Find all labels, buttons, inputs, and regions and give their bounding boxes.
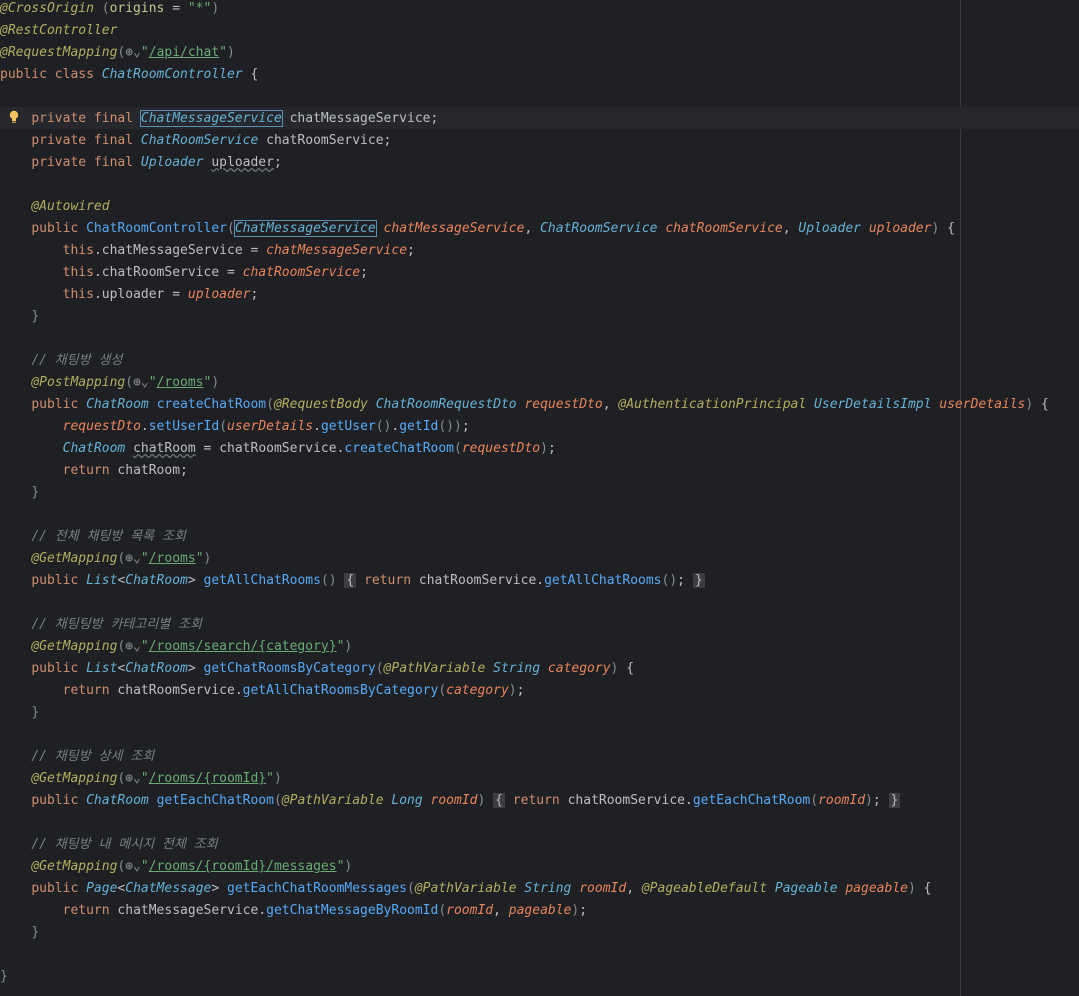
- code-line: public class ChatRoomController {: [0, 67, 259, 82]
- endpoint-path[interactable]: /rooms/{roomId}: [149, 771, 266, 786]
- right-margin-guide: [960, 0, 961, 996]
- code-line: @RequestMapping(⊕⌄"/api/chat"): [0, 42, 235, 64]
- code-comment: // 채팅방 생성: [31, 353, 123, 368]
- code-line: }: [0, 969, 8, 984]
- globe-icon[interactable]: ⊕⌄: [125, 636, 141, 658]
- globe-icon[interactable]: ⊕⌄: [125, 768, 141, 790]
- code-line: public List<ChatRoom> getAllChatRooms() …: [31, 573, 705, 588]
- code-line: this.chatRoomService = chatRoomService;: [62, 265, 368, 280]
- code-line: this.chatMessageService = chatMessageSer…: [62, 243, 415, 258]
- folded-block[interactable]: {: [344, 573, 357, 588]
- code-line: @GetMapping(⊕⌄"/rooms/{roomId}"): [0, 768, 281, 790]
- code-line: @GetMapping(⊕⌄"/rooms/{roomId}/messages"…: [0, 856, 352, 878]
- globe-icon[interactable]: ⊕⌄: [133, 372, 149, 394]
- code-line: public ChatRoomController(ChatMessageSer…: [31, 220, 955, 237]
- folded-block[interactable]: }: [888, 793, 901, 808]
- code-line: this.uploader = uploader;: [62, 287, 259, 302]
- code-line: }: [31, 309, 40, 324]
- code-line: public ChatRoom createChatRoom(@RequestB…: [31, 397, 1049, 412]
- code-line: @GetMapping(⊕⌄"/rooms"): [0, 548, 211, 570]
- code-comment: // 전체 채팅방 목록 조회: [31, 529, 186, 544]
- endpoint-path[interactable]: /api/chat: [149, 45, 219, 60]
- code-line: @PostMapping(⊕⌄"/rooms"): [0, 372, 219, 394]
- globe-icon[interactable]: ⊕⌄: [125, 856, 141, 878]
- code-line: @CrossOrigin (origins = "*"): [0, 1, 220, 16]
- code-line: requestDto.setUserId(userDetails.getUser…: [62, 419, 470, 434]
- code-line: return chatRoom;: [62, 463, 188, 478]
- code-line: return chatMessageService.getChatMessage…: [62, 903, 588, 918]
- code-line: }: [31, 705, 40, 720]
- code-line: public Page<ChatMessage> getEachChatRoom…: [31, 881, 932, 896]
- code-line: @GetMapping(⊕⌄"/rooms/search/{category}"…: [0, 636, 352, 658]
- endpoint-path[interactable]: /rooms/{roomId}/messages: [149, 859, 337, 874]
- globe-icon[interactable]: ⊕⌄: [125, 42, 141, 64]
- code-line: private final ChatRoomService chatRoomSe…: [31, 133, 392, 148]
- code-line: return chatRoomService.getAllChatRoomsBy…: [62, 683, 525, 698]
- endpoint-path[interactable]: /rooms/search/{category}: [149, 639, 337, 654]
- code-comment: // 채팅팅방 카테고리별 조회: [31, 617, 203, 632]
- code-comment: // 채팅방 상세 조회: [31, 749, 155, 764]
- endpoint-path[interactable]: /rooms: [157, 375, 204, 390]
- code-comment: // 채팅방 내 메시지 전체 조회: [31, 837, 218, 852]
- code-line: @Autowired: [31, 199, 110, 214]
- code-line: private final ChatMessageService chatMes…: [31, 110, 439, 127]
- code-line: }: [31, 925, 40, 940]
- code-line: @RestController: [0, 23, 118, 38]
- folded-block[interactable]: {: [493, 793, 505, 808]
- endpoint-path[interactable]: /rooms: [149, 551, 196, 566]
- code-editor[interactable]: @CrossOrigin (origins = "*") @RestContro…: [0, 0, 1079, 996]
- code-line: public ChatRoom getEachChatRoom(@PathVar…: [31, 793, 901, 808]
- folded-block[interactable]: }: [692, 573, 705, 588]
- globe-icon[interactable]: ⊕⌄: [125, 548, 141, 570]
- code-line: }: [31, 485, 40, 500]
- code-line: private final Uploader uploader;: [31, 155, 282, 170]
- code-line: public List<ChatRoom> getChatRoomsByCate…: [31, 661, 635, 676]
- code-line: ChatRoom chatRoom = chatRoomService.crea…: [62, 441, 556, 456]
